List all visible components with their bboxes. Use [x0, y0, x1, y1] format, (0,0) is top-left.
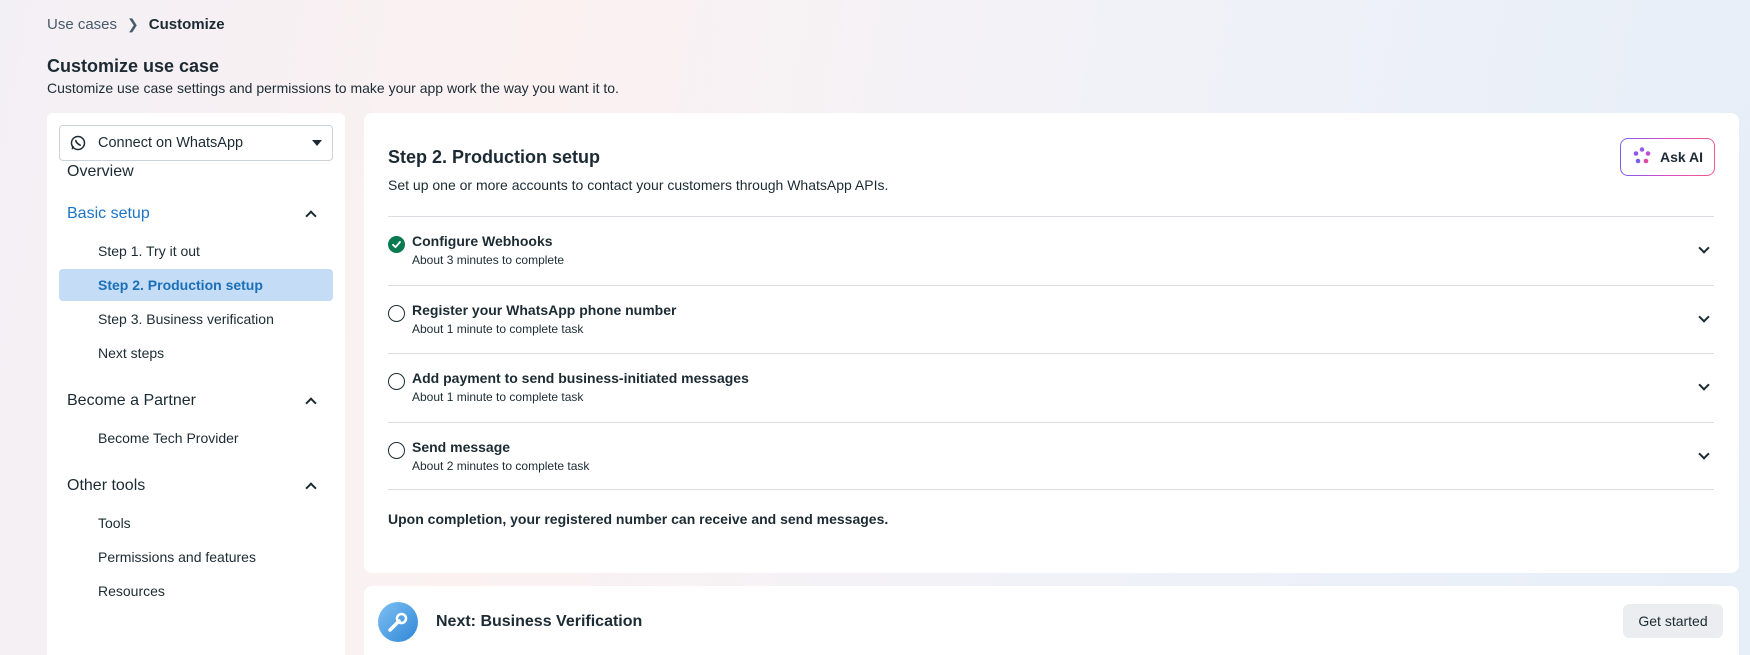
sidebar: Connect on WhatsApp Overview Basic setup… — [47, 113, 345, 655]
step-title: Send message — [412, 438, 511, 455]
step-time: About 1 minute to complete task — [412, 321, 584, 336]
page-title: Customize use case — [47, 56, 220, 76]
empty-circle-icon — [388, 304, 405, 322]
sidebar-item-tools[interactable]: Tools — [59, 507, 333, 539]
empty-circle-icon — [388, 373, 405, 390]
chevron-up-icon — [305, 210, 317, 222]
step-time: About 1 minute to complete task — [412, 390, 584, 404]
card-subtitle: Set up one or more accounts to contact y… — [388, 177, 889, 193]
sidebar-section-label: Other tools — [67, 477, 146, 494]
step-title: Register your WhatsApp phone number — [412, 301, 677, 318]
setup-steps-list: Configure Webhooks About 3 minutes to co… — [388, 216, 1714, 490]
step-time: About 3 minutes to complete — [412, 253, 565, 267]
sidebar-section-become-partner[interactable]: Become a Partner — [67, 392, 317, 410]
sidebar-item-step-3[interactable]: Step 3. Business verification — [59, 303, 333, 335]
next-step-card: Next: Business Verification Get started — [364, 586, 1739, 655]
wrench-icon — [378, 602, 418, 642]
chevron-down-icon[interactable] — [1698, 310, 1710, 323]
sidebar-item-step-1[interactable]: Step 1. Try it out — [59, 235, 333, 267]
next-step-title: Next: Business Verification — [436, 613, 643, 630]
step-register-phone[interactable]: Register your WhatsApp phone number Abou… — [388, 284, 1714, 354]
chevron-up-icon — [305, 482, 317, 494]
step-configure-webhooks[interactable]: Configure Webhooks About 3 minutes to co… — [388, 216, 1714, 285]
completion-note: Upon completion, your registered number … — [388, 511, 889, 527]
sidebar-item-step-2[interactable]: Step 2. Production setup — [59, 269, 333, 301]
sidebar-section-label: Basic setup — [67, 205, 150, 222]
ask-ai-button[interactable]: Ask AI — [1620, 138, 1715, 176]
sidebar-item-permissions-features[interactable]: Permissions and features — [59, 541, 333, 573]
ask-ai-label: Ask AI — [1659, 149, 1704, 165]
use-case-dropdown-value: Connect on WhatsApp — [98, 135, 244, 151]
step-time: About 2 minutes to complete task — [412, 458, 590, 473]
sidebar-section-label: Become a Partner — [67, 392, 196, 409]
sidebar-section-other-tools[interactable]: Other tools — [67, 477, 317, 495]
step-send-message[interactable]: Send message About 2 minutes to complete… — [388, 421, 1714, 490]
sidebar-item-overview[interactable]: Overview — [67, 163, 134, 181]
whatsapp-icon — [70, 135, 86, 151]
sidebar-section-basic-setup[interactable]: Basic setup — [67, 205, 317, 223]
chevron-down-icon[interactable] — [1698, 242, 1710, 254]
breadcrumb-use-cases-link[interactable]: Use cases — [47, 16, 117, 33]
chevron-right-icon: ❯ — [127, 16, 139, 32]
sidebar-item-next-steps[interactable]: Next steps — [59, 337, 333, 369]
breadcrumb: Use cases ❯ Customize — [47, 16, 225, 33]
chevron-down-icon[interactable] — [1698, 379, 1710, 391]
step-title: Configure Webhooks — [412, 233, 553, 249]
sidebar-item-become-tech-provider[interactable]: Become Tech Provider — [59, 422, 333, 454]
use-case-dropdown[interactable]: Connect on WhatsApp — [59, 125, 333, 161]
chevron-up-icon — [305, 397, 317, 409]
get-started-button[interactable]: Get started — [1623, 604, 1723, 638]
step-add-payment[interactable]: Add payment to send business-initiated m… — [388, 353, 1714, 422]
empty-circle-icon — [388, 441, 405, 459]
step-title: Add payment to send business-initiated m… — [412, 370, 749, 386]
breadcrumb-current: Customize — [148, 16, 225, 33]
production-setup-card: Step 2. Production setup Set up one or m… — [364, 113, 1739, 573]
caret-down-icon — [312, 140, 322, 146]
sidebar-item-resources[interactable]: Resources — [59, 575, 333, 607]
check-circle-icon — [388, 236, 405, 253]
sparkle-icon — [1632, 146, 1652, 169]
page-subtitle: Customize use case settings and permissi… — [47, 80, 619, 96]
chevron-down-icon[interactable] — [1698, 447, 1710, 460]
card-title: Step 2. Production setup — [388, 147, 601, 167]
